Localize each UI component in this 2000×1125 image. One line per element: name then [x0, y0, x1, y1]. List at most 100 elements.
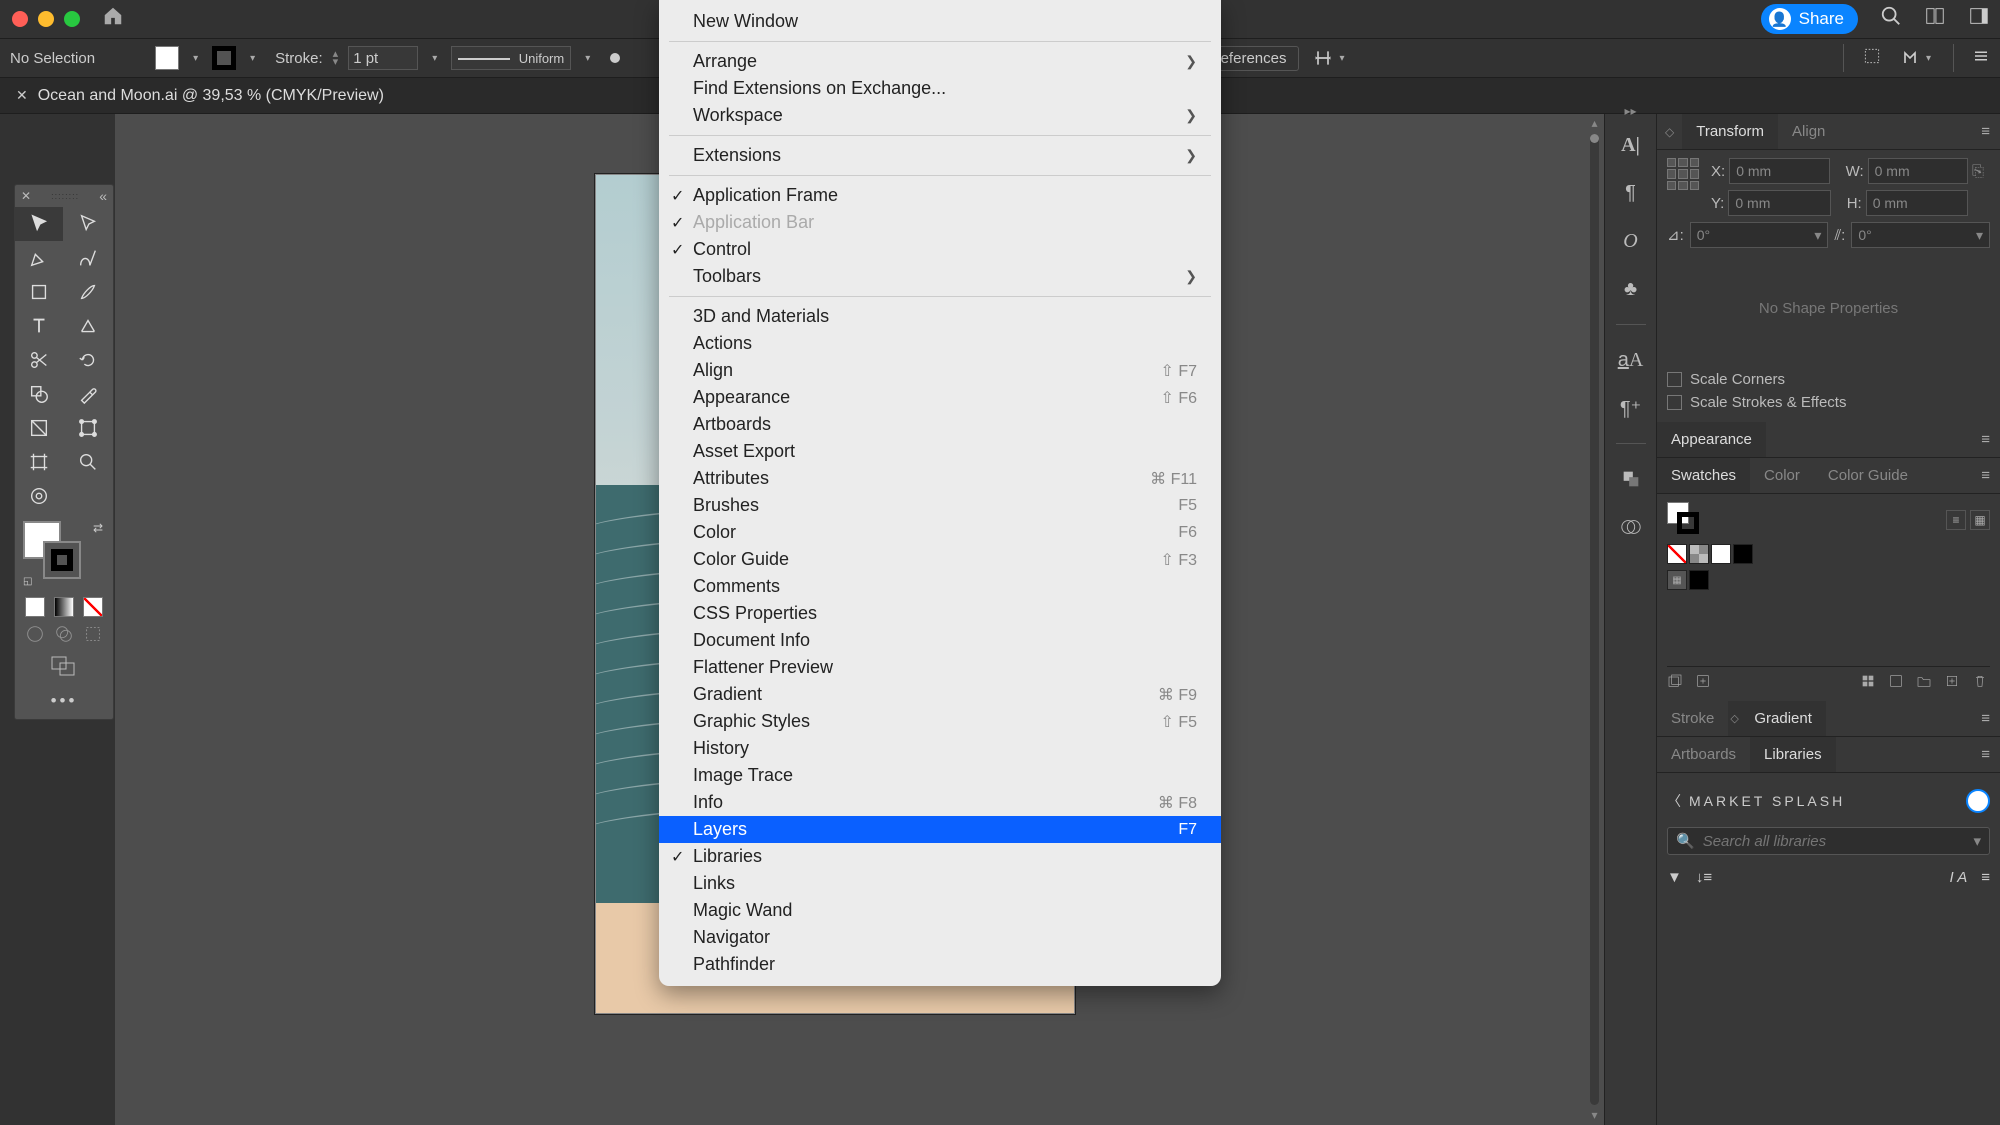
- delete-swatch-icon[interactable]: [1972, 673, 1990, 691]
- isolate-group-icon[interactable]: ▾: [1900, 48, 1935, 68]
- edit-toolbar-button[interactable]: •••: [15, 683, 113, 719]
- draw-behind-icon[interactable]: [53, 623, 75, 645]
- library-appearance-icon[interactable]: I A: [1949, 869, 1967, 886]
- swatch-options-icon[interactable]: [1888, 673, 1906, 691]
- workspace-switcher-icon[interactable]: [1968, 5, 1990, 33]
- shear-angle-field[interactable]: 0°▾: [1851, 222, 1990, 248]
- menu-item-pathfinder[interactable]: Pathfinder: [659, 951, 1221, 978]
- menu-item-layers[interactable]: LayersF7: [659, 816, 1221, 843]
- opentype-panel-icon[interactable]: O: [1618, 228, 1644, 254]
- menu-item-comments[interactable]: Comments: [659, 573, 1221, 600]
- tab-transform[interactable]: Transform: [1682, 114, 1778, 149]
- menu-item-history[interactable]: History: [659, 735, 1221, 762]
- menu-item-links[interactable]: Links: [659, 870, 1221, 897]
- menu-item-toolbars[interactable]: Toolbars❯: [659, 263, 1221, 290]
- menu-item-asset-export[interactable]: Asset Export: [659, 438, 1221, 465]
- home-icon[interactable]: [102, 5, 124, 33]
- menu-item-libraries[interactable]: Libraries: [659, 843, 1221, 870]
- reference-point-selector[interactable]: [1667, 158, 1699, 190]
- scale-strokes-checkbox[interactable]: Scale Strokes & Effects: [1667, 391, 1990, 414]
- panel-link-icon[interactable]: ◇: [1657, 125, 1682, 139]
- search-icon[interactable]: [1880, 5, 1902, 33]
- swatch-grid-view-icon[interactable]: ▦: [1970, 510, 1990, 530]
- align-to-icon[interactable]: ▾: [1313, 48, 1348, 68]
- y-field[interactable]: 0 mm: [1728, 190, 1830, 216]
- transform-controls-icon[interactable]: [1862, 46, 1882, 70]
- swatch-add-to-library-icon[interactable]: [1695, 673, 1713, 691]
- fill-stroke-indicator[interactable]: ⇄ ◱: [21, 519, 107, 589]
- shape-builder-tool[interactable]: [15, 377, 63, 411]
- stroke-color-box[interactable]: [43, 541, 81, 579]
- toolbar-grip[interactable]: ::::::::: [31, 191, 99, 201]
- w-field[interactable]: 0 mm: [1868, 158, 1968, 184]
- swatch-list-view-icon[interactable]: ≡: [1946, 510, 1966, 530]
- scroll-up-icon[interactable]: ▴: [1587, 116, 1602, 131]
- close-window-icon[interactable]: [12, 11, 28, 27]
- menu-item-color-guide[interactable]: Color Guide⇧ F3: [659, 546, 1221, 573]
- transparency-panel-icon[interactable]: [1618, 466, 1644, 492]
- library-sort-icon[interactable]: ↓≡: [1696, 869, 1712, 886]
- fill-swatch[interactable]: [155, 46, 179, 70]
- color-mode-none[interactable]: [83, 597, 103, 617]
- menu-item-document-info[interactable]: Document Info: [659, 627, 1221, 654]
- menu-item-extensions[interactable]: Extensions❯: [659, 142, 1221, 169]
- swatch-black[interactable]: [1733, 544, 1753, 564]
- swatch-folder[interactable]: ▦: [1667, 570, 1687, 590]
- menu-item-graphic-styles[interactable]: Graphic Styles⇧ F5: [659, 708, 1221, 735]
- menu-item-new-window[interactable]: New Window: [659, 8, 1221, 35]
- character-panel-icon[interactable]: A|: [1618, 132, 1644, 158]
- share-button[interactable]: 👤 Share: [1761, 4, 1858, 34]
- menu-item-find-extensions-on-exchange[interactable]: Find Extensions on Exchange...: [659, 75, 1221, 102]
- menu-item-arrange[interactable]: Arrange❯: [659, 48, 1221, 75]
- glyphs-panel-icon[interactable]: ♣: [1618, 276, 1644, 302]
- paintbrush-tool[interactable]: [64, 275, 112, 309]
- swatch-registration[interactable]: [1689, 544, 1709, 564]
- paragraph-panel-icon[interactable]: ¶: [1618, 180, 1644, 206]
- stroke-panel-menu-icon[interactable]: ≡: [1971, 710, 2000, 727]
- menu-item-attributes[interactable]: Attributes⌘ F11: [659, 465, 1221, 492]
- menu-item-control[interactable]: Control: [659, 236, 1221, 263]
- default-fill-stroke-icon[interactable]: ◱: [23, 576, 32, 587]
- eyedropper-tool[interactable]: [64, 377, 112, 411]
- link-wh-icon[interactable]: ⎘: [1972, 158, 1990, 184]
- tab-color-guide[interactable]: Color Guide: [1814, 458, 1922, 493]
- swatches-panel-menu-icon[interactable]: ≡: [1971, 467, 2000, 484]
- menu-item-appearance[interactable]: Appearance⇧ F6: [659, 384, 1221, 411]
- brush-definition-icon[interactable]: [610, 53, 620, 63]
- stroke-weight-dropdown-icon[interactable]: ▾: [428, 53, 441, 64]
- document-tab[interactable]: ✕ Ocean and Moon.ai @ 39,53 % (CMYK/Prev…: [6, 87, 394, 105]
- type-on-path-tool[interactable]: [64, 309, 112, 343]
- tab-stroke[interactable]: Stroke: [1657, 701, 1728, 736]
- new-color-group-icon[interactable]: [1916, 673, 1934, 691]
- character-styles-panel-icon[interactable]: aA: [1618, 347, 1644, 373]
- menu-item-actions[interactable]: Actions: [659, 330, 1221, 357]
- menu-item-application-frame[interactable]: Application Frame: [659, 182, 1221, 209]
- menu-item-image-trace[interactable]: Image Trace: [659, 762, 1221, 789]
- transform-panel-menu-icon[interactable]: ≡: [1971, 123, 2000, 140]
- library-search-input[interactable]: [1703, 833, 1966, 850]
- tab-libraries[interactable]: Libraries: [1750, 737, 1836, 772]
- color-mode-solid[interactable]: [25, 597, 45, 617]
- tab-align[interactable]: Align: [1778, 114, 1839, 149]
- libraries-panel-menu-icon[interactable]: ≡: [1971, 746, 2000, 763]
- toolbar-collapse-icon[interactable]: «: [99, 188, 107, 204]
- menu-item-css-properties[interactable]: CSS Properties: [659, 600, 1221, 627]
- library-owner-avatar[interactable]: [1966, 789, 1990, 813]
- direct-selection-tool[interactable]: [64, 207, 112, 241]
- scissors-tool[interactable]: [15, 343, 63, 377]
- pen-tool[interactable]: [15, 241, 63, 275]
- swatch-item[interactable]: [1689, 570, 1709, 590]
- menu-item-info[interactable]: Info⌘ F8: [659, 789, 1221, 816]
- panel-menu-icon[interactable]: [1972, 47, 1990, 69]
- swatches-fill-stroke[interactable]: [1667, 502, 1703, 538]
- draw-normal-icon[interactable]: [24, 623, 46, 645]
- zoom-tool[interactable]: [64, 445, 112, 479]
- rotate-angle-field[interactable]: 0°▾: [1690, 222, 1829, 248]
- stroke-weight-stepper[interactable]: ▴▾: [333, 50, 339, 66]
- library-filter-icon[interactable]: ▼: [1667, 869, 1682, 886]
- stroke-weight-input[interactable]: 1 pt: [348, 46, 418, 70]
- rectangle-tool[interactable]: [15, 275, 63, 309]
- type-tool[interactable]: [15, 309, 63, 343]
- vertical-scrollbar[interactable]: ▴ ▾: [1587, 114, 1602, 1125]
- draw-inside-icon[interactable]: [82, 623, 104, 645]
